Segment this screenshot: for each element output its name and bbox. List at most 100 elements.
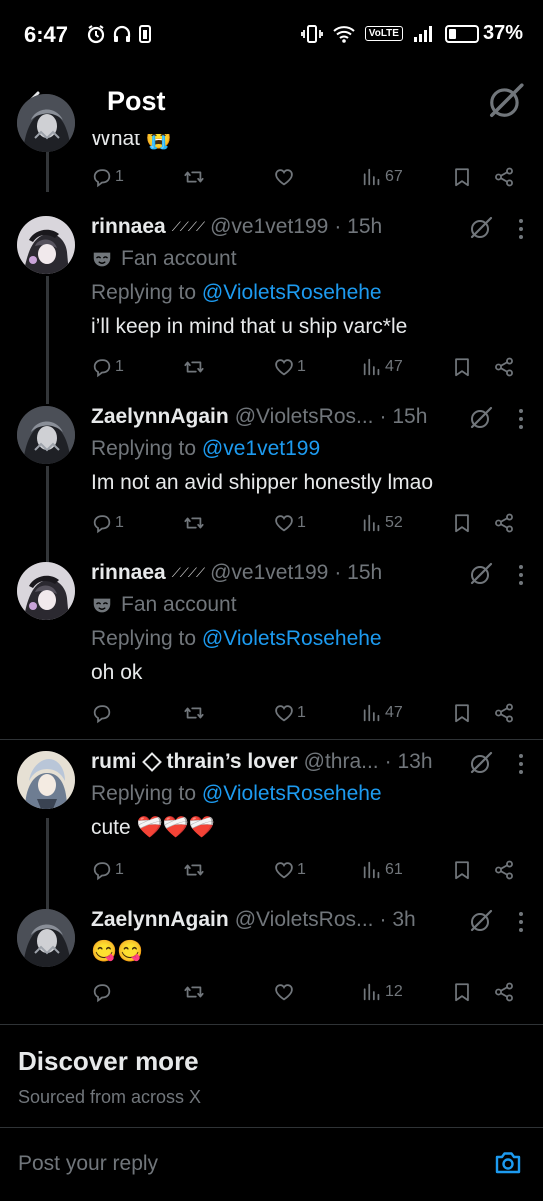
repost-button[interactable] xyxy=(183,160,205,194)
more-icon[interactable] xyxy=(517,218,525,240)
bookmark-button[interactable] xyxy=(451,975,473,1009)
bookmark-button[interactable] xyxy=(451,160,473,194)
grok-icon[interactable] xyxy=(469,751,493,775)
grok-icon[interactable] xyxy=(487,82,525,120)
reply-button[interactable]: 1 xyxy=(91,350,124,384)
bookmark-icon xyxy=(451,166,473,188)
avatar[interactable] xyxy=(17,562,75,620)
more-icon[interactable] xyxy=(517,564,525,586)
handle[interactable]: @ve1vet199 xyxy=(210,215,328,239)
reply-tweet[interactable]: ZaelynnAgain @VioletsRos... · 3h 😋😋 12 xyxy=(0,905,543,1009)
views-button[interactable]: 47 xyxy=(361,350,403,384)
avatar[interactable] xyxy=(17,216,75,274)
mention-link[interactable]: @VioletsRosehehe xyxy=(202,281,382,304)
share-button[interactable] xyxy=(493,853,515,887)
like-button[interactable]: 1 xyxy=(273,853,306,887)
reply-icon xyxy=(91,166,113,188)
repost-button[interactable] xyxy=(183,350,205,384)
tweet-actions: 1 47 xyxy=(91,696,523,730)
grok-icon[interactable] xyxy=(469,562,493,586)
share-button[interactable] xyxy=(493,696,515,730)
avatar[interactable] xyxy=(17,909,75,967)
grok-icon[interactable] xyxy=(469,216,493,240)
bookmark-button[interactable] xyxy=(451,853,473,887)
display-name-suffix[interactable]: thrain’s lover xyxy=(167,750,298,774)
more-icon[interactable] xyxy=(517,408,525,430)
tweet-text: oh ok xyxy=(91,661,143,684)
views-button[interactable]: 52 xyxy=(361,506,403,540)
more-icon[interactable] xyxy=(517,911,525,933)
repost-button[interactable] xyxy=(183,506,205,540)
timestamp[interactable]: · 13h xyxy=(385,750,433,774)
more-icon[interactable] xyxy=(517,753,525,775)
repost-button[interactable] xyxy=(183,853,205,887)
views-button[interactable]: 67 xyxy=(361,160,403,194)
repost-button[interactable] xyxy=(183,975,205,1009)
repost-button[interactable] xyxy=(183,696,205,730)
reply-tweet[interactable]: rinnaea ⟋⟋⟋⟋ @ve1vet199 · 15h Fan accoun… xyxy=(0,212,543,392)
diamond-icon xyxy=(141,752,162,772)
timestamp[interactable]: · 3h xyxy=(380,908,416,932)
reply-tweet[interactable]: ZaelynnAgain @VioletsRos... · 15h Replyi… xyxy=(0,402,543,542)
avatar[interactable] xyxy=(17,94,75,152)
bookmark-button[interactable] xyxy=(451,350,473,384)
display-name[interactable]: rinnaea xyxy=(91,561,166,585)
timestamp[interactable]: · 15h xyxy=(334,215,382,239)
avatar[interactable] xyxy=(17,406,75,464)
avatar[interactable] xyxy=(17,751,75,809)
reply-input[interactable]: Post your reply xyxy=(18,1152,158,1176)
display-name[interactable]: rinnaea xyxy=(91,215,166,239)
repost-icon xyxy=(183,166,205,188)
reply-button[interactable] xyxy=(91,696,115,730)
mention-link[interactable]: @VioletsRosehehe xyxy=(202,627,382,650)
grok-icon[interactable] xyxy=(469,909,493,933)
reply-icon xyxy=(91,981,113,1003)
wifi-icon xyxy=(333,25,355,43)
reply-button[interactable]: 1 xyxy=(91,853,124,887)
mention-link[interactable]: @VioletsRosehehe xyxy=(202,782,382,805)
reply-tweet[interactable]: rinnaea ⟋⟋⟋⟋ @ve1vet199 · 15h Fan accoun… xyxy=(0,558,543,734)
handle[interactable]: @ve1vet199 xyxy=(210,561,328,585)
partial-tweet[interactable]: What 😭 1 67 xyxy=(0,94,543,204)
like-button[interactable] xyxy=(273,975,297,1009)
share-button[interactable] xyxy=(493,350,515,384)
views-button[interactable]: 12 xyxy=(361,975,403,1009)
display-name[interactable]: rumi xyxy=(91,750,137,774)
share-button[interactable] xyxy=(493,160,515,194)
display-name[interactable]: ZaelynnAgain xyxy=(91,908,229,932)
share-button[interactable] xyxy=(493,506,515,540)
grok-icon[interactable] xyxy=(469,406,493,430)
like-button[interactable]: 1 xyxy=(273,350,306,384)
reply-tweet[interactable]: rumi thrain’s lover @thra... · 13h Reply… xyxy=(0,747,543,887)
views-icon xyxy=(361,981,383,1003)
camera-icon[interactable] xyxy=(493,1148,523,1178)
bookmark-button[interactable] xyxy=(451,696,473,730)
handle[interactable]: @VioletsRos... xyxy=(235,908,374,932)
like-button[interactable]: 1 xyxy=(273,696,306,730)
bookmark-button[interactable] xyxy=(451,506,473,540)
discover-section: Discover more Sourced from across X xyxy=(18,1046,201,1108)
timestamp[interactable]: · 15h xyxy=(380,405,428,429)
reply-button[interactable]: 1 xyxy=(91,506,124,540)
views-icon xyxy=(361,859,383,881)
share-icon xyxy=(493,981,515,1003)
handle[interactable]: @VioletsRos... xyxy=(235,405,374,429)
views-button[interactable]: 61 xyxy=(361,853,403,887)
tweet-text: i’ll keep in mind that u ship varc*le xyxy=(91,315,408,338)
reply-button[interactable]: 1 xyxy=(91,160,124,194)
timestamp[interactable]: · 15h xyxy=(334,561,382,585)
handle[interactable]: @thra... xyxy=(304,750,379,774)
reply-icon xyxy=(91,356,113,378)
mention-link[interactable]: @ve1vet199 xyxy=(202,437,320,460)
like-button[interactable] xyxy=(273,160,295,194)
views-button[interactable]: 47 xyxy=(361,696,403,730)
reply-button[interactable] xyxy=(91,975,115,1009)
replying-to: Replying to @VioletsRosehehe xyxy=(91,782,382,805)
reply-composer[interactable]: Post your reply xyxy=(0,1127,543,1201)
share-button[interactable] xyxy=(493,975,515,1009)
like-button[interactable]: 1 xyxy=(273,506,306,540)
replying-to: Replying to @VioletsRosehehe xyxy=(91,627,382,650)
views-icon xyxy=(361,702,383,724)
display-name[interactable]: ZaelynnAgain xyxy=(91,405,229,429)
share-icon xyxy=(493,859,515,881)
